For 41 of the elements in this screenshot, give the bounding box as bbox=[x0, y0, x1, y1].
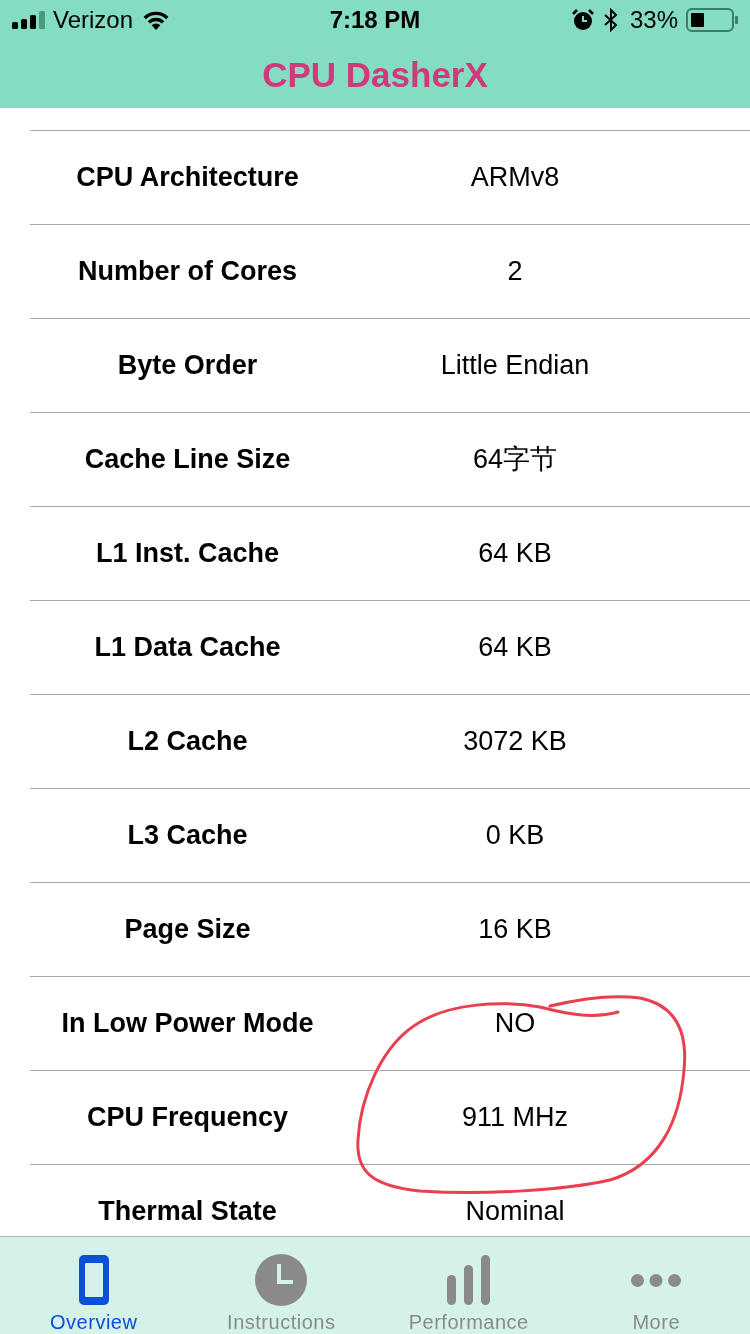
phone-icon bbox=[78, 1255, 109, 1305]
row-value: NO bbox=[494, 1006, 536, 1040]
row-value: 64 KB bbox=[478, 630, 552, 664]
row-label: In Low Power Mode bbox=[61, 1006, 314, 1040]
wifi-icon bbox=[143, 10, 170, 30]
row-label: Thermal State bbox=[98, 1194, 277, 1228]
row-value: 3072 KB bbox=[463, 724, 567, 758]
tab[interactable]: Overview bbox=[0, 1237, 188, 1334]
row-label: L2 Cache bbox=[127, 724, 248, 758]
row-label: CPU Architecture bbox=[76, 160, 299, 194]
row-label: Number of Cores bbox=[77, 254, 297, 288]
row-value: ARMv8 bbox=[470, 160, 560, 194]
row-label: Byte Order bbox=[117, 348, 258, 382]
row-value: 0 KB bbox=[485, 818, 545, 852]
row-value: 16 KB bbox=[478, 912, 552, 946]
app-title: CPU DasherX bbox=[262, 56, 488, 92]
tab[interactable]: Performance bbox=[375, 1237, 563, 1334]
carrier-name: Verizon bbox=[53, 8, 134, 32]
bluetooth-icon bbox=[603, 8, 618, 32]
row-label: L3 Cache bbox=[127, 818, 248, 852]
row-label: L1 Data Cache bbox=[94, 630, 281, 664]
more-icon bbox=[631, 1273, 682, 1287]
row-label: L1 Inst. Cache bbox=[95, 536, 280, 570]
row-value: 64字节 bbox=[472, 442, 557, 476]
signal-icon bbox=[12, 11, 45, 29]
bar-chart-icon bbox=[446, 1255, 491, 1305]
row-value: 64 KB bbox=[478, 536, 552, 570]
row-label: CPU Frequency bbox=[86, 1100, 289, 1134]
row-value: 911 MHz bbox=[461, 1100, 568, 1134]
row-value: Nominal bbox=[465, 1194, 565, 1228]
status-time: 7:18 PM bbox=[329, 8, 421, 32]
tab[interactable]: Instructions bbox=[187, 1237, 375, 1334]
clock-icon bbox=[255, 1254, 308, 1306]
battery-icon bbox=[686, 8, 738, 32]
row-value: Little Endian bbox=[440, 348, 590, 382]
alarm-clock-icon bbox=[571, 9, 594, 31]
row-label: Cache Line Size bbox=[84, 442, 291, 476]
battery-percentage: 33% bbox=[629, 8, 678, 32]
row-value: 2 bbox=[507, 254, 523, 288]
tab[interactable]: More bbox=[562, 1237, 750, 1334]
row-label: Page Size bbox=[124, 912, 251, 946]
